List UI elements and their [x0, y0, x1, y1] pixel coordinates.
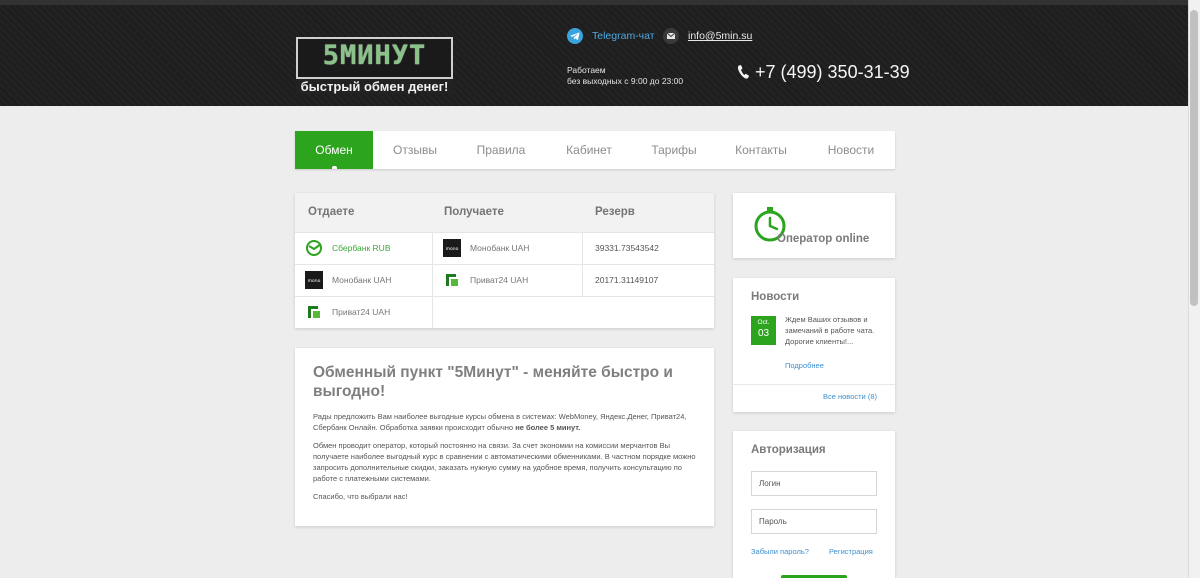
svg-text:mono: mono: [446, 247, 459, 252]
svg-text:mono: mono: [308, 279, 321, 284]
nav-item-contacts[interactable]: Контакты: [715, 131, 807, 169]
about-paragraph-bold: не более 5 минут.: [515, 423, 581, 432]
nav-item-exchange[interactable]: Обмен: [295, 131, 373, 169]
news-title: Новости: [751, 291, 800, 303]
give-currency-sberbank[interactable]: Сбербанк RUB: [295, 233, 432, 265]
monobank-icon: mono: [305, 271, 323, 289]
sberbank-icon: [305, 239, 323, 257]
email-link[interactable]: info@5min.su: [688, 30, 752, 42]
col-give-title: Отдаете: [308, 206, 355, 218]
news-card: Новости Oct. 03 Ждем Ваших отзывов и зам…: [733, 278, 895, 412]
privat24-icon: [443, 271, 461, 289]
logo-text: 5МИНУТ: [322, 40, 427, 71]
auth-title: Авторизация: [751, 444, 826, 456]
col-reserve-title: Резерв: [595, 206, 635, 218]
nav-item-label: Обмен: [315, 143, 353, 157]
about-paragraph: Обмен проводит оператор, который постоян…: [313, 441, 696, 483]
nav-item-label: Правила: [476, 143, 526, 157]
news-date-day: 03: [757, 328, 770, 339]
register-link[interactable]: Регистрация: [829, 547, 873, 556]
telegram-chat-link[interactable]: Telegram-чат: [592, 30, 655, 42]
nav-item-rules[interactable]: Правила: [457, 131, 545, 169]
give-currency-privat24[interactable]: Приват24 UAH: [295, 297, 432, 329]
telegram-icon[interactable]: [567, 28, 583, 44]
exchange-rates-table: Отдаете Получаете Резерв Сбербанк RUB mo…: [295, 193, 714, 328]
nav-item-label: Кабинет: [566, 143, 612, 157]
nav-item-label: Отзывы: [393, 143, 437, 157]
nav-item-label: Тарифы: [651, 143, 697, 157]
logo-tagline: быстрый обмен денег!: [296, 79, 453, 94]
auth-card: Авторизация Забыли пароль? Регистрация: [733, 431, 895, 578]
about-section: Обменный пункт "5Минут" - меняйте быстро…: [295, 348, 714, 526]
news-item-text: Ждем Ваших отзывов и замечаний в работе …: [785, 315, 875, 346]
give-currency-name: Монобанк UAH: [332, 275, 392, 285]
give-currency-name: Приват24 UAH: [332, 307, 391, 317]
get-currency-name: Монобанк UAH: [470, 243, 530, 253]
nav-item-reviews[interactable]: Отзывы: [373, 131, 457, 169]
get-currency-monobank[interactable]: mono Монобанк UAH: [433, 233, 582, 265]
divider: [733, 384, 895, 385]
operator-status-card: Оператор online: [733, 193, 895, 258]
nav-item-news[interactable]: Новости: [807, 131, 895, 169]
operator-status-label: Оператор online: [777, 233, 870, 245]
give-currency-name: Сбербанк RUB: [332, 243, 391, 253]
monobank-icon: mono: [443, 239, 461, 257]
get-currency-name: Приват24 UAH: [470, 275, 529, 285]
phone-number[interactable]: +7 (499) 350-31-39: [755, 62, 910, 83]
privat24-icon: [305, 303, 323, 321]
reserve-value: 39331.73543542: [595, 243, 659, 253]
phone-icon: [736, 64, 750, 80]
about-paragraph: Спасибо, что выбрали нас!: [313, 492, 408, 501]
nav-item-tariffs[interactable]: Тарифы: [633, 131, 715, 169]
site-logo[interactable]: 5МИНУТ быстрый обмен денег!: [296, 32, 453, 94]
reserve-value: 20171.31149107: [595, 275, 659, 285]
rates-header: Отдаете Получаете Резерв: [295, 193, 714, 233]
forgot-password-link[interactable]: Забыли пароль?: [751, 547, 809, 556]
get-currency-privat24[interactable]: Приват24 UAH: [433, 265, 582, 297]
about-title: Обменный пункт "5Минут" - меняйте быстро…: [313, 364, 673, 400]
news-date-month: Oct.: [757, 319, 770, 326]
all-news-link[interactable]: Все новости (8): [823, 392, 877, 401]
page-scrollbar[interactable]: [1188, 0, 1200, 578]
about-paragraph: Рады предложить Вам наиболее выгодные ку…: [313, 411, 699, 433]
nav-item-label: Контакты: [735, 143, 787, 157]
mail-icon[interactable]: [663, 28, 679, 44]
login-input[interactable]: [751, 471, 877, 496]
scrollbar-thumb[interactable]: [1190, 10, 1198, 306]
col-get-title: Получаете: [444, 206, 504, 218]
nav-item-label: Новости: [827, 143, 875, 157]
news-date-badge: Oct. 03: [751, 316, 776, 345]
password-input[interactable]: [751, 509, 877, 534]
main-nav: Обмен Отзывы Правила Кабинет Тарифы Конт…: [295, 131, 895, 169]
give-currency-monobank[interactable]: mono Монобанк UAH: [295, 265, 432, 297]
news-more-link[interactable]: Подробнее: [785, 361, 824, 370]
logo-box: 5МИНУТ: [296, 37, 453, 79]
hours-value: без выходных с 9:00 до 23:00: [567, 76, 684, 86]
about-paragraph-text: Рады предложить Вам наиболее выгодные ку…: [313, 412, 687, 432]
hours-title: Работаем: [567, 65, 606, 75]
site-header: 5МИНУТ быстрый обмен денег! Telegram-чат…: [0, 0, 1188, 106]
nav-item-cabinet[interactable]: Кабинет: [545, 131, 633, 169]
